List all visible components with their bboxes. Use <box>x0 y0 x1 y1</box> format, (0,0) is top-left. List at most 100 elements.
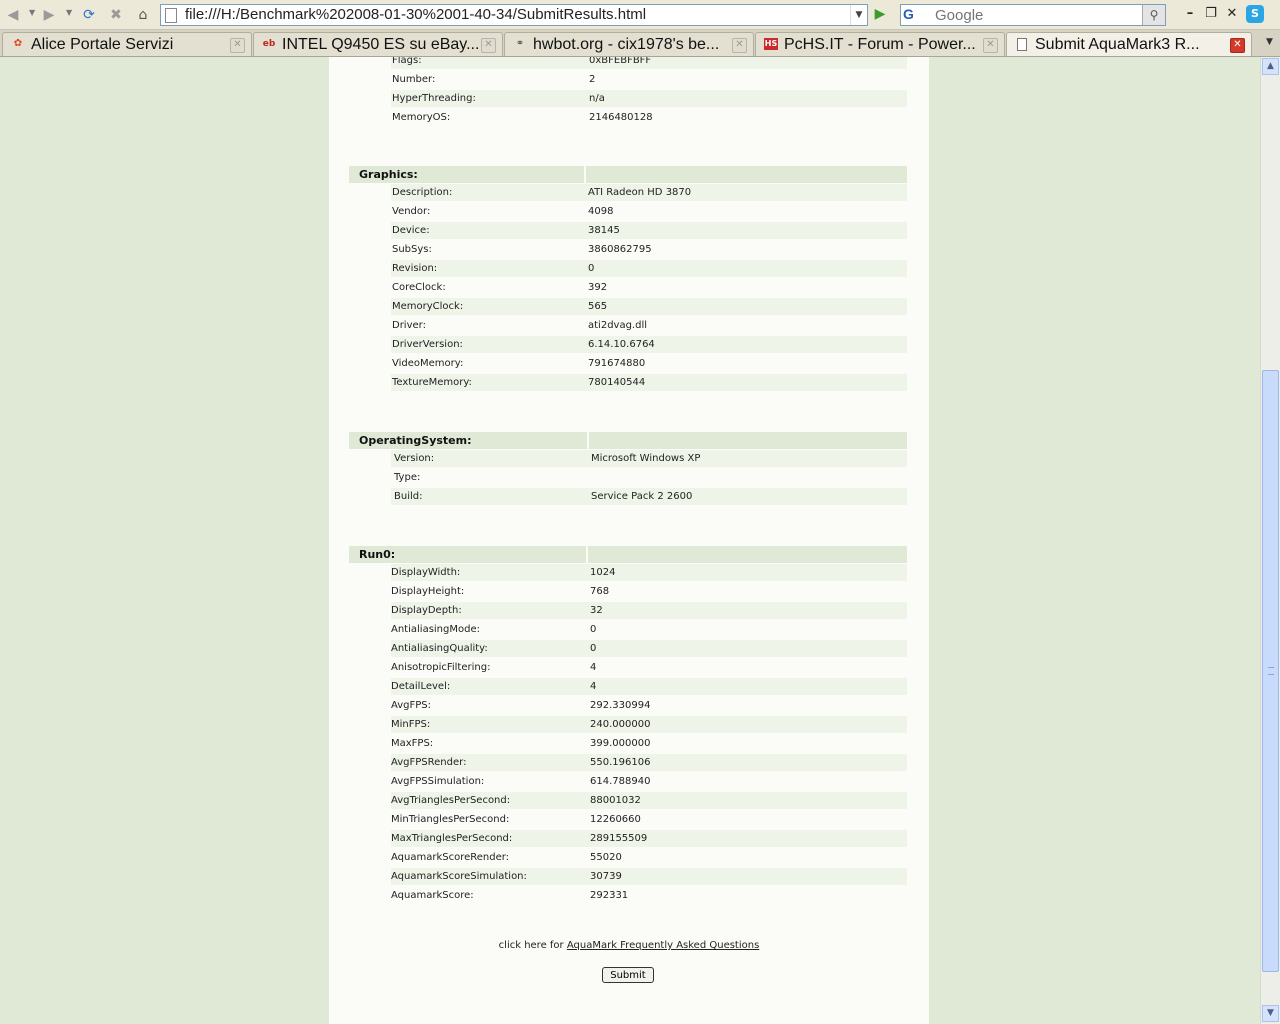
os-rows: Version: Microsoft Windows XP Type: Build: S… <box>349 449 907 506</box>
url-dropdown-icon[interactable]: ▼ <box>850 5 867 25</box>
table-row: AvgFPSSimulation: 614.788940 <box>349 772 907 791</box>
table-row: TextureMemory: 780140544 <box>349 373 907 392</box>
scroll-up-icon[interactable]: ▲ <box>1262 58 1279 75</box>
table-row: AvgFPSRender: 550.196106 <box>349 753 907 772</box>
row-value: 565 <box>588 301 608 312</box>
home-icon[interactable]: ⌂ <box>134 6 152 24</box>
row-value: 1024 <box>590 567 616 578</box>
row-key: Driver: <box>392 320 426 331</box>
table-row: Vendor: 4098 <box>349 202 907 221</box>
scroll-down-icon[interactable]: ▼ <box>1262 1005 1279 1022</box>
table-row: Number: 2 <box>349 70 907 89</box>
row-value: 0 <box>590 643 597 654</box>
row-key: MaxFPS: <box>391 738 434 749</box>
row-key: MinTrianglesPerSecond: <box>391 814 510 825</box>
row-value: 55020 <box>590 852 622 863</box>
tab-pchs[interactable]: HS PcHS.IT - Forum - Power... ✕ <box>755 32 1005 56</box>
table-row: AquamarkScoreRender: 55020 <box>349 848 907 867</box>
row-key: Version: <box>394 453 435 464</box>
restore-icon[interactable]: ❐ <box>1203 6 1219 22</box>
row-key: Vendor: <box>392 206 431 217</box>
minimize-icon[interactable]: – <box>1182 6 1198 22</box>
row-value: 240.000000 <box>590 719 651 730</box>
row-value: 4 <box>590 662 597 673</box>
row-value: 4 <box>590 681 597 692</box>
row-key: Type: <box>394 472 421 483</box>
row-key: MemoryOS: <box>392 112 451 123</box>
reload-icon[interactable]: ⟳ <box>80 6 98 24</box>
tab-label: PcHS.IT - Forum - Power... <box>784 36 976 53</box>
tab-alice[interactable]: ✿ Alice Portale Servizi ✕ <box>2 32 252 56</box>
row-value: 780140544 <box>588 377 646 388</box>
row-key: Flags: <box>392 57 422 66</box>
go-arrow-icon[interactable]: ▶ <box>870 5 890 24</box>
content-column: Flags: 0xBFEBFBFF Number: 2 HyperThreading: n… <box>329 57 929 1024</box>
stop-icon[interactable]: ✖ <box>107 6 125 24</box>
row-shading <box>391 678 907 695</box>
table-row: SubSys: 3860862795 <box>349 240 907 259</box>
row-value: n/a <box>589 93 605 104</box>
row-value: 6.14.10.6764 <box>588 339 655 350</box>
row-value: 2146480128 <box>589 112 653 123</box>
search-box[interactable]: G ⚲ <box>900 4 1166 26</box>
row-key: Number: <box>392 74 436 85</box>
row-key: AvgTrianglesPerSecond: <box>391 795 511 806</box>
run-section: Run0: DisplayWidth: 1024 DisplayHeight: 768… <box>349 546 907 905</box>
row-value: 768 <box>590 586 610 597</box>
section-header: Run0: <box>349 546 907 563</box>
row-key: TextureMemory: <box>392 377 472 388</box>
graphics-section: Graphics: Description: ATI Radeon HD 3870… <box>349 166 907 392</box>
row-shading <box>391 222 907 239</box>
row-value: 0 <box>588 263 595 274</box>
table-row: AntialiasingMode: 0 <box>349 620 907 639</box>
url-text[interactable]: file:///H:/Benchmark%202008-01-30%2001-4… <box>185 5 646 25</box>
close-tab-icon[interactable]: ✕ <box>983 38 998 53</box>
row-key: VideoMemory: <box>392 358 464 369</box>
back-arrow-icon[interactable]: ◀ <box>4 6 22 24</box>
submit-button[interactable]: Submit <box>602 967 654 983</box>
row-shading <box>391 602 907 619</box>
scrollbar-thumb[interactable] <box>1262 370 1279 972</box>
close-tab-icon[interactable]: ✕ <box>230 38 245 53</box>
row-key: AvgFPSSimulation: <box>391 776 485 787</box>
faq-link[interactable]: AquaMark Frequently Asked Questions <box>567 940 759 951</box>
close-tab-icon[interactable]: ✕ <box>732 38 747 53</box>
table-row: Driver: ati2dvag.dll <box>349 316 907 335</box>
page-viewport: Flags: 0xBFEBFBFF Number: 2 HyperThreading: n… <box>0 57 1260 1024</box>
vertical-scrollbar[interactable]: ▲ ▼ <box>1260 57 1280 1024</box>
magnifier-icon[interactable]: ⚲ <box>1142 5 1165 25</box>
back-history-dropdown[interactable]: ▼ <box>29 8 35 17</box>
tab-label: hwbot.org - cix1978's be... <box>533 36 720 53</box>
table-row: CoreClock: 392 <box>349 278 907 297</box>
forward-arrow-icon[interactable]: ▶ <box>40 6 58 24</box>
scrollbar-grip-icon <box>1268 667 1274 675</box>
section-title: OperatingSystem: <box>359 434 472 447</box>
forward-history-dropdown[interactable]: ▼ <box>66 8 72 17</box>
row-key: AquamarkScore: <box>391 890 474 901</box>
skype-icon[interactable]: S <box>1246 5 1264 23</box>
close-tab-icon[interactable]: ✕ <box>1230 38 1245 53</box>
url-bar[interactable]: file:///H:/Benchmark%202008-01-30%2001-4… <box>160 4 868 26</box>
row-key: Description: <box>392 187 453 198</box>
row-value: 791674880 <box>588 358 646 369</box>
row-key: MemoryClock: <box>392 301 464 312</box>
row-value: 392 <box>588 282 608 293</box>
row-key: AquamarkScoreRender: <box>391 852 510 863</box>
row-value: ATI Radeon HD 3870 <box>588 187 692 198</box>
search-input[interactable] <box>933 6 1143 24</box>
tab-hwbot[interactable]: ⚭ hwbot.org - cix1978's be... ✕ <box>504 32 754 56</box>
search-engine-icon[interactable]: G <box>903 6 931 23</box>
tab-submit-aquamark[interactable]: Submit AquaMark3 R... ✕ <box>1006 32 1252 56</box>
close-window-icon[interactable]: ✕ <box>1224 6 1240 22</box>
row-key: DetailLevel: <box>391 681 451 692</box>
row-value: 292331 <box>590 890 629 901</box>
tab-ebay[interactable]: eb INTEL Q9450 ES su eBay... ✕ <box>253 32 503 56</box>
cpu-section: Flags: 0xBFEBFBFF Number: 2 HyperThreading: n… <box>349 57 907 127</box>
page-icon <box>1017 38 1027 51</box>
faq-line: click here for AquaMark Frequently Asked… <box>329 940 929 951</box>
table-row: MinTrianglesPerSecond: 12260660 <box>349 810 907 829</box>
row-value: Service Pack 2 2600 <box>591 491 693 502</box>
close-tab-icon[interactable]: ✕ <box>481 38 496 53</box>
tab-list-dropdown-icon[interactable]: ▼ <box>1266 37 1273 47</box>
table-row: Version: Microsoft Windows XP <box>349 449 907 468</box>
